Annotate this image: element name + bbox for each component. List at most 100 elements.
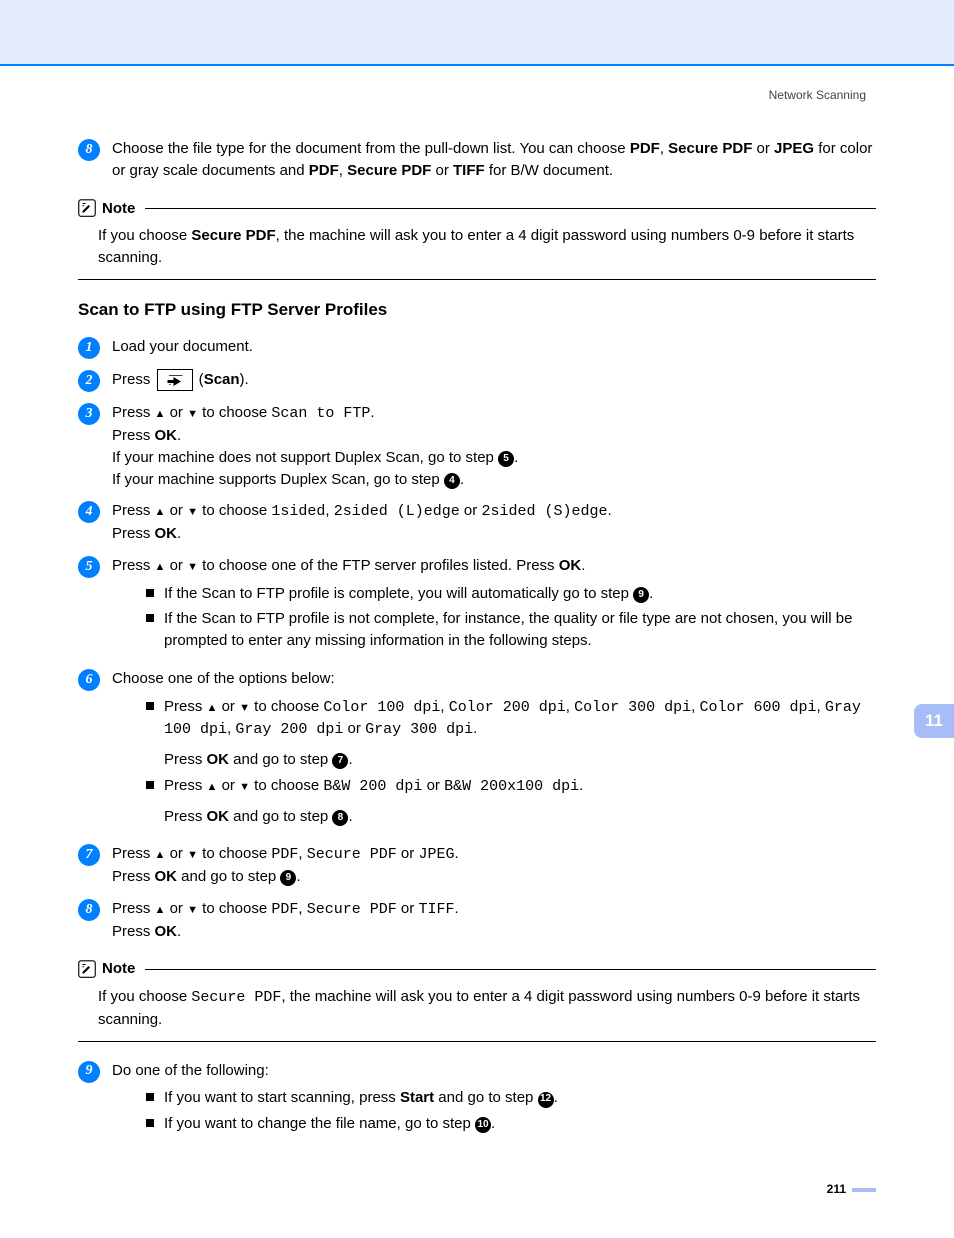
up-arrow-icon	[155, 845, 166, 862]
text: to choose	[198, 845, 271, 862]
code: Scan to FTP	[271, 405, 370, 422]
bold: OK	[207, 808, 230, 825]
text: Press	[112, 900, 155, 917]
text: ).	[240, 371, 249, 388]
code: Color 300 dpi	[574, 699, 691, 716]
step-8-top-text: Choose the file type for the document fr…	[112, 138, 876, 182]
down-arrow-icon	[187, 502, 198, 519]
text: and go to step	[434, 1089, 537, 1106]
code: 1sided	[271, 503, 325, 520]
text: .	[296, 868, 300, 885]
bullet: If the Scan to FTP profile is not comple…	[146, 608, 876, 652]
text: .	[177, 525, 181, 542]
bold: OK	[207, 751, 230, 768]
square-bullet-icon	[146, 1093, 154, 1101]
step-number-icon: 8	[78, 139, 100, 161]
note-box-2: Note If you choose Secure PDF, the machi…	[78, 958, 876, 1041]
square-bullet-icon	[146, 614, 154, 622]
step-number-icon: 2	[78, 370, 100, 392]
step-5-text: Press or to choose one of the FTP server…	[112, 555, 876, 658]
code: Secure PDF	[191, 989, 281, 1006]
text: and go to step	[229, 808, 332, 825]
text: or	[431, 162, 453, 179]
code: JPEG	[418, 846, 454, 863]
down-arrow-icon	[239, 777, 250, 794]
text: Press	[112, 371, 155, 388]
ref-icon: 9	[280, 870, 296, 886]
text: to choose one of the FTP server profiles…	[198, 557, 559, 574]
bold: OK	[155, 525, 178, 542]
text: ,	[691, 698, 699, 715]
step-2-text: Press (Scan).	[112, 369, 876, 391]
step-1-text: Load your document.	[112, 336, 876, 358]
text: .	[554, 1089, 558, 1106]
text: If your machine does not support Duplex …	[112, 449, 498, 466]
text: to choose	[198, 900, 271, 917]
text: If you want to change the file name, go …	[164, 1115, 475, 1132]
text: or	[460, 502, 482, 519]
text: ,	[298, 900, 306, 917]
step-5: 5 Press or to choose one of the FTP serv…	[78, 555, 876, 658]
chapter-tab: 11	[914, 704, 954, 738]
note-box-1: Note If you choose Secure PDF, the machi…	[78, 198, 876, 280]
bold: Start	[400, 1089, 434, 1106]
step-4: 4 Press or to choose 1sided, 2sided (L)e…	[78, 500, 876, 545]
page-header: Network Scanning	[0, 66, 954, 102]
text: or	[217, 698, 239, 715]
text: or	[217, 777, 239, 794]
document-body: 11 8 Choose the file type for the docume…	[0, 102, 954, 1238]
step-number-icon: 5	[78, 556, 100, 578]
text: Press	[112, 427, 155, 444]
text: Choose the file type for the document fr…	[112, 140, 630, 157]
bullet: If you want to start scanning, press Sta…	[146, 1087, 876, 1109]
text: or	[422, 777, 444, 794]
bold: Secure PDF	[191, 227, 275, 244]
code: Gray 200 dpi	[235, 721, 343, 738]
ref-icon: 7	[332, 753, 348, 769]
ref-icon: 4	[444, 473, 460, 489]
text: If you choose	[98, 988, 191, 1005]
text: Press	[112, 557, 155, 574]
step-4-text: Press or to choose 1sided, 2sided (L)edg…	[112, 500, 876, 545]
code: Secure PDF	[307, 901, 397, 918]
text: Press	[164, 808, 207, 825]
text: or	[165, 404, 187, 421]
text: .	[348, 808, 352, 825]
up-arrow-icon	[155, 557, 166, 574]
text: (	[195, 371, 204, 388]
step-6-sub: Press or to choose Color 100 dpi, Color …	[146, 696, 876, 828]
text: Press	[112, 502, 155, 519]
text: Press	[112, 525, 155, 542]
text: If you want to start scanning, press	[164, 1089, 400, 1106]
bullet: Press or to choose B&W 200 dpi or B&W 20…	[146, 775, 876, 828]
text: or	[752, 140, 774, 157]
step-1: 1 Load your document.	[78, 336, 876, 359]
step-3: 3 Press or to choose Scan to FTP. Press …	[78, 402, 876, 490]
bold: Secure PDF	[347, 162, 431, 179]
text: ,	[325, 502, 333, 519]
square-bullet-icon	[146, 1119, 154, 1127]
note-body-1: If you choose Secure PDF, the machine wi…	[78, 219, 876, 280]
note-label: Note	[102, 198, 135, 220]
up-arrow-icon	[155, 404, 166, 421]
note-body-2: If you choose Secure PDF, the machine wi…	[78, 980, 876, 1042]
step-6: 6 Choose one of the options below: Press…	[78, 668, 876, 834]
text: If the Scan to FTP profile is not comple…	[164, 608, 876, 652]
text: Press	[164, 777, 207, 794]
note-heading: Note	[78, 198, 876, 220]
bold: Scan	[204, 371, 240, 388]
text: .	[454, 900, 458, 917]
text: or	[165, 557, 187, 574]
step-9-text: Do one of the following: If you want to …	[112, 1060, 876, 1141]
step-9: 9 Do one of the following: If you want t…	[78, 1060, 876, 1141]
bold: OK	[155, 923, 178, 940]
note-pencil-icon	[78, 960, 96, 978]
bold: OK	[155, 868, 178, 885]
code: Color 100 dpi	[323, 699, 440, 716]
text: .	[649, 585, 653, 602]
up-arrow-icon	[155, 900, 166, 917]
step-3-text: Press or to choose Scan to FTP. Press OK…	[112, 402, 876, 490]
bold: TIFF	[453, 162, 485, 179]
text: .	[581, 557, 585, 574]
step-5-sub: If the Scan to FTP profile is complete, …	[146, 583, 876, 652]
